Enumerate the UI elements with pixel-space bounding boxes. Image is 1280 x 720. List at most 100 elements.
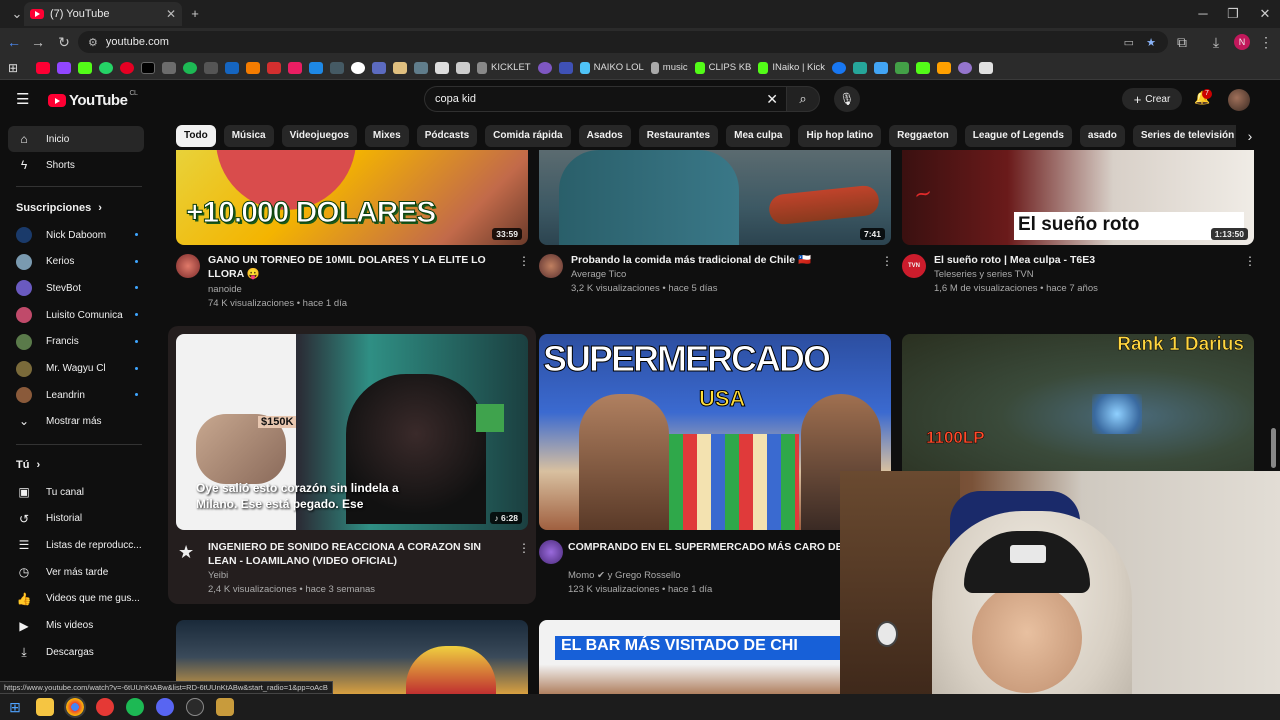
new-tab-icon[interactable]: + bbox=[180, 6, 210, 21]
you-item[interactable]: 👍 Videos que me gus... bbox=[8, 586, 144, 612]
you-item[interactable]: ▶ Mis videos bbox=[8, 613, 144, 639]
chip-comida-rápida[interactable]: Comida rápida bbox=[485, 125, 571, 147]
more-actions-icon[interactable]: ⋮ bbox=[518, 541, 530, 555]
twitch-bookmark-icon[interactable] bbox=[57, 61, 71, 74]
subscription-item[interactable]: Kerios bbox=[8, 249, 144, 275]
kick-bookmark-icon[interactable] bbox=[78, 61, 92, 74]
bookmark-icon[interactable] bbox=[225, 61, 239, 74]
bookmark-star-icon[interactable]: ★ bbox=[1146, 36, 1156, 49]
bookmark-icon[interactable] bbox=[414, 61, 428, 74]
bookmark-icon[interactable] bbox=[958, 61, 972, 74]
channel-name[interactable]: Yeibi bbox=[208, 569, 228, 583]
subscription-item[interactable]: Nick Daboom bbox=[8, 222, 144, 248]
minimize-icon[interactable]: ─ bbox=[1188, 6, 1218, 21]
bookmark-icon[interactable] bbox=[895, 61, 909, 74]
obs-taskbar-icon[interactable] bbox=[186, 698, 204, 716]
chip-restaurantes[interactable]: Restaurantes bbox=[638, 125, 719, 147]
chips-next-icon[interactable]: › bbox=[1236, 125, 1264, 147]
reload-icon[interactable]: ↻ bbox=[52, 34, 76, 51]
video-title[interactable]: INGENIERO DE SONIDO REACCIONA A CORAZON … bbox=[208, 540, 508, 568]
chip-todo[interactable]: Todo bbox=[176, 125, 216, 147]
chip-asados[interactable]: Asados bbox=[578, 125, 631, 147]
channel-avatar[interactable] bbox=[176, 254, 200, 278]
subscription-item[interactable]: Luisito Comunica bbox=[8, 302, 144, 328]
bookmark-icon[interactable] bbox=[204, 61, 218, 74]
pinterest-bookmark-icon[interactable] bbox=[120, 61, 134, 74]
more-actions-icon[interactable]: ⋮ bbox=[518, 254, 530, 268]
sidebar-item-shorts[interactable]: ϟ Shorts bbox=[8, 152, 144, 178]
bookmark-icon[interactable] bbox=[853, 61, 867, 74]
bookmark-icon[interactable] bbox=[351, 61, 365, 74]
windows-start-icon[interactable]: ⊞ bbox=[6, 698, 24, 716]
you-item[interactable]: ☰ Listas de reproducc... bbox=[8, 532, 144, 558]
subscription-item[interactable]: StevBot bbox=[8, 275, 144, 301]
extensions-icon[interactable]: ⧉ bbox=[1170, 34, 1194, 51]
youtube-logo[interactable]: YouTube CL bbox=[48, 90, 138, 109]
bookmark-inaiko-kick[interactable]: INaiko | Kick bbox=[758, 61, 825, 74]
channel-avatar[interactable] bbox=[539, 540, 563, 564]
video-thumbnail[interactable]: SUPERMERCADO USA bbox=[539, 334, 891, 530]
video-title[interactable]: COMPRANDO EN EL SUPERMERCADO MÁS CARO DE… bbox=[568, 540, 840, 554]
video-title[interactable]: GANO UN TORNEO DE 10MIL DOLARES Y LA ELI… bbox=[208, 253, 508, 281]
page-scrollbar[interactable] bbox=[1271, 428, 1276, 468]
bookmark-kicklet[interactable]: KICKLET bbox=[477, 61, 531, 74]
video-thumbnail[interactable]: ~ El sueño roto 1:13:50 bbox=[902, 150, 1254, 245]
spotify-bookmark-icon[interactable] bbox=[183, 61, 197, 74]
browser-tab[interactable]: (7) YouTube ✕ bbox=[24, 2, 182, 26]
channel-name[interactable]: Momo ✔ y Grego Rossello bbox=[568, 569, 681, 583]
bookmark-icon[interactable] bbox=[309, 61, 323, 74]
video-title[interactable]: El sueño roto | Mea culpa - T6E3 bbox=[934, 253, 1234, 267]
bookmark-icon[interactable] bbox=[937, 61, 951, 74]
x-bookmark-icon[interactable] bbox=[141, 61, 155, 74]
video-thumbnail[interactable]: Rank 1 Darius 1100LP bbox=[902, 334, 1254, 471]
bookmark-icon[interactable] bbox=[874, 61, 888, 74]
apps-grid-icon[interactable]: ⊞ bbox=[8, 61, 18, 75]
bookmark-icon[interactable] bbox=[288, 61, 302, 74]
you-item[interactable]: ◷ Ver más tarde bbox=[8, 559, 144, 585]
subscription-item[interactable]: Mr. Wagyu Cl bbox=[8, 356, 144, 382]
channel-name[interactable]: Average Tico bbox=[571, 268, 626, 282]
spotify-taskbar-icon[interactable] bbox=[126, 698, 144, 716]
video-thumbnail[interactable]: EL BAR MÁS VISITADO DE CHI bbox=[539, 620, 891, 694]
subscription-item[interactable]: Francis bbox=[8, 329, 144, 355]
subscriptions-heading[interactable]: Suscripciones › bbox=[16, 202, 102, 214]
bookmark-icon[interactable] bbox=[267, 61, 281, 74]
chip-series-de-televisión[interactable]: Series de televisión bbox=[1132, 125, 1243, 147]
bookmark-icon[interactable] bbox=[456, 61, 470, 74]
chip-league-of-legends[interactable]: League of Legends bbox=[964, 125, 1072, 147]
chip-mea-culpa[interactable]: Mea culpa bbox=[726, 125, 791, 147]
you-item[interactable]: ▣ Tu canal bbox=[8, 479, 144, 505]
youtube-bookmark-icon[interactable] bbox=[36, 61, 50, 74]
show-more-button[interactable]: ⌄ Mostrar más bbox=[8, 408, 144, 434]
file-explorer-icon[interactable] bbox=[36, 698, 54, 716]
bookmark-icon[interactable] bbox=[330, 61, 344, 74]
search-input[interactable]: copa kid ✕ bbox=[424, 86, 788, 112]
account-avatar[interactable] bbox=[1228, 89, 1250, 111]
video-thumbnail[interactable]: +10.000 DOLARES 33:59 bbox=[176, 150, 528, 245]
chip-asado[interactable]: asado bbox=[1079, 125, 1125, 147]
you-item[interactable]: ↺ Historial bbox=[8, 506, 144, 532]
more-actions-icon[interactable]: ⋮ bbox=[1244, 254, 1256, 268]
back-icon[interactable]: ← bbox=[2, 34, 26, 50]
bookmark-icon[interactable] bbox=[372, 61, 386, 74]
bookmark-icon[interactable] bbox=[435, 61, 449, 74]
discord-taskbar-icon[interactable] bbox=[156, 698, 174, 716]
bookmark-icon[interactable] bbox=[537, 61, 552, 74]
bookmark-icon[interactable] bbox=[246, 61, 260, 74]
bookmark-icon[interactable] bbox=[979, 61, 993, 74]
cast-icon[interactable]: ▭ bbox=[1124, 36, 1134, 49]
whatsapp-bookmark-icon[interactable] bbox=[99, 61, 113, 74]
bookmark-icon[interactable] bbox=[916, 61, 930, 74]
chip-reggaeton[interactable]: Reggaeton bbox=[889, 125, 957, 147]
chip-hip-hop-latino[interactable]: Hip hop latino bbox=[798, 125, 882, 147]
you-heading[interactable]: Tú › bbox=[16, 459, 40, 471]
chip-música[interactable]: Música bbox=[223, 125, 274, 147]
tab-close-icon[interactable]: ✕ bbox=[166, 7, 176, 21]
channel-name[interactable]: Teleseries y series TVN bbox=[934, 268, 1034, 282]
bookmark-clips-kb[interactable]: CLIPS KB bbox=[694, 61, 751, 74]
chrome-menu-icon[interactable]: ⋮ bbox=[1254, 34, 1278, 51]
address-bar[interactable]: ⚙ youtube.com ▭ ★ bbox=[78, 31, 1168, 53]
create-button[interactable]: + Crear bbox=[1122, 88, 1182, 110]
video-title[interactable]: Probando la comida más tradicional de Ch… bbox=[571, 253, 871, 267]
bookmark-music[interactable]: music bbox=[650, 61, 688, 74]
